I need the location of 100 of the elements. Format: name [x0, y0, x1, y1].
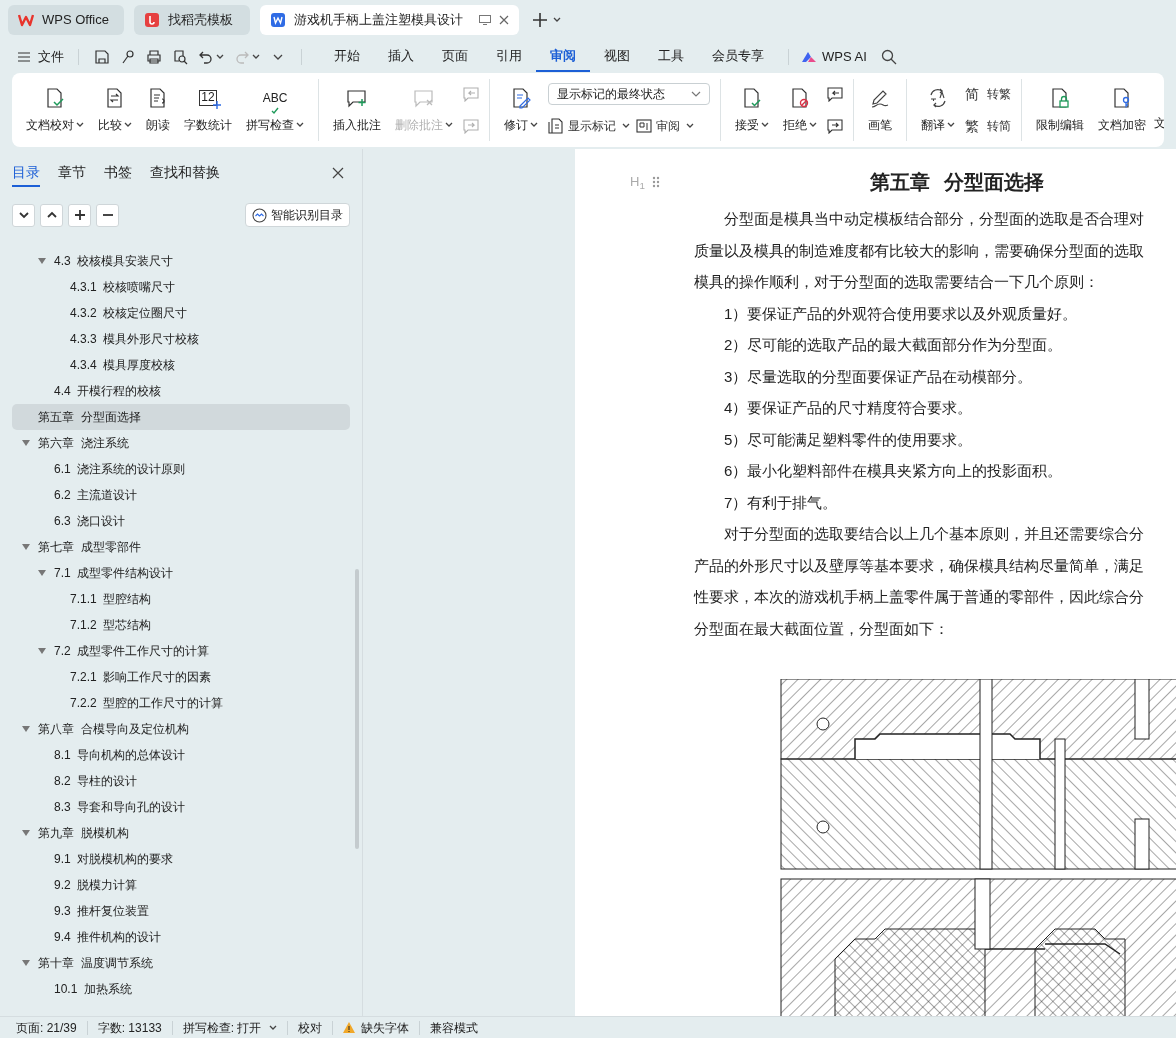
- panel-tab[interactable]: 查找和替换: [150, 159, 220, 187]
- caret-icon: [761, 121, 769, 128]
- toc-item[interactable]: 9.1 对脱模机构的要求: [12, 846, 350, 872]
- toc-item[interactable]: 第六章 浇注系统: [12, 430, 350, 456]
- print-preview-icon[interactable]: [172, 48, 188, 65]
- status-item[interactable]: 缺失字体: [343, 1018, 410, 1037]
- markup-dropdown[interactable]: 显示标记的最终状态: [548, 83, 710, 105]
- search-icon[interactable]: [880, 48, 897, 65]
- toc-item[interactable]: 9.2 脱模力计算: [12, 872, 350, 898]
- ribbon-button[interactable]: 接受: [729, 79, 775, 141]
- ribbon-button[interactable]: 修订: [498, 79, 544, 141]
- ribbon-button[interactable]: 朗读: [140, 79, 176, 141]
- panel-tab[interactable]: 目录: [12, 159, 40, 187]
- body-text: 产品的外形尺寸以及壁厚等基本要求，确保模具结构尽量简单，满足: [694, 555, 1145, 576]
- body-text: 4）要保证产品的尺寸精度符合要求。: [723, 398, 974, 418]
- ribbon-button[interactable]: 限制编辑: [1030, 79, 1090, 141]
- toc-item[interactable]: 4.3.1 校核喷嘴尺寸: [12, 274, 350, 300]
- toc-item[interactable]: 4.4 开模行程的校核: [12, 378, 350, 404]
- ribbon-button[interactable]: 显示标记: [548, 115, 630, 137]
- toc-item[interactable]: 第九章 脱模机构: [12, 820, 350, 846]
- toc-item[interactable]: 第八章 合模导向及定位机构: [12, 716, 350, 742]
- menu-tab[interactable]: 插入: [374, 41, 428, 72]
- chevron-down-button[interactable]: [12, 203, 35, 227]
- caret-icon: [124, 121, 132, 128]
- ribbon-button[interactable]: 翻译: [915, 79, 961, 141]
- menu-tab[interactable]: 开始: [320, 41, 374, 72]
- toc-item[interactable]: 第十章 温度调节系统: [12, 950, 350, 976]
- ribbon-button[interactable]: 画笔: [862, 79, 898, 141]
- status-item[interactable]: 页面: 21/39: [16, 1018, 77, 1037]
- expanded-triangle-icon: [38, 647, 46, 655]
- caret-icon: [296, 121, 304, 128]
- smart-toc-button[interactable]: 智能识别目录: [245, 203, 350, 227]
- menu-tab[interactable]: 引用: [482, 41, 536, 72]
- ribbon-button[interactable]: ABC 拼写检查: [240, 79, 310, 141]
- toc-item[interactable]: 8.1 导向机构的总体设计: [12, 742, 350, 768]
- warning-icon: [343, 1022, 356, 1033]
- menu-tab[interactable]: 页面: [428, 41, 482, 72]
- ribbon-button[interactable]: 比较: [92, 79, 138, 141]
- toc-item[interactable]: 7.1.2 型芯结构: [12, 612, 350, 638]
- toc-item[interactable]: 4.3.4 模具厚度校核: [12, 352, 350, 378]
- body-text: 模具的操作顺利，对于分型面的选取需要结合一下几个原则：: [694, 272, 1100, 292]
- window-tab[interactable]: 游戏机手柄上盖注塑模具设计: [260, 5, 519, 35]
- body-text: 分型面在最大截面位置，分型面如下：: [694, 618, 950, 639]
- toc-item[interactable]: 6.2 主流道设计: [12, 482, 350, 508]
- toc-item[interactable]: 第五章 分型面选择: [12, 404, 350, 430]
- ribbon-button[interactable]: 文档校对: [20, 79, 90, 141]
- chevron-up-button[interactable]: [40, 203, 63, 227]
- printer-icon[interactable]: [146, 48, 162, 65]
- scrollbar-thumb[interactable]: [355, 569, 359, 849]
- toc-item[interactable]: 8.3 导套和导向孔的设计: [12, 794, 350, 820]
- status-item[interactable]: 校对: [298, 1018, 323, 1037]
- window-tab[interactable]: WPS Office: [8, 5, 124, 35]
- body-text: 性要求，本次的游戏机手柄上盖零件属于普通的零部件，因此综合分: [694, 587, 1145, 607]
- ribbon-button[interactable]: 插入批注: [327, 79, 387, 141]
- menu-tab[interactable]: 审阅: [536, 41, 590, 72]
- caret-icon: [252, 53, 260, 60]
- panel-tab[interactable]: 章节: [58, 159, 86, 187]
- menu-tab[interactable]: 工具: [644, 41, 698, 72]
- ribbon-button[interactable]: 拒绝: [777, 79, 823, 141]
- toc-item[interactable]: 6.1 浇注系统的设计原则: [12, 456, 350, 482]
- minus-button[interactable]: [96, 203, 119, 227]
- window-tab[interactable]: 找稻壳模板: [134, 5, 250, 35]
- toc-item[interactable]: 7.1 成型零件结构设计: [12, 560, 350, 586]
- toc-item[interactable]: 4.3.3 模具外形尺寸校核: [12, 326, 350, 352]
- save-icon[interactable]: [94, 48, 110, 65]
- toc-item[interactable]: 7.2 成型零件工作尺寸的计算: [12, 638, 350, 664]
- toc-item[interactable]: 8.2 导柱的设计: [12, 768, 350, 794]
- toc-item[interactable]: 7.2.2 型腔的工作尺寸的计算: [12, 690, 350, 716]
- document-accept-icon: [741, 86, 763, 109]
- panel-tab[interactable]: 书签: [104, 159, 132, 187]
- file-menu-button[interactable]: 文件: [14, 43, 68, 70]
- toc-item[interactable]: 4.3 校核模具安装尺寸: [12, 248, 350, 274]
- status-item[interactable]: 拼写检查: 打开: [182, 1018, 278, 1037]
- wps-ai-button[interactable]: WPS AI: [799, 43, 869, 70]
- close-icon[interactable]: [332, 167, 344, 179]
- mark-icon: [212, 100, 221, 109]
- toc-item[interactable]: 7.1.1 型腔结构: [12, 586, 350, 612]
- status-item[interactable]: 字数: 13133: [97, 1018, 162, 1037]
- toc-item[interactable]: 9.4 推件机构的设计: [12, 924, 350, 950]
- ai-logo-icon: [801, 50, 817, 63]
- body-text: 7）有利于排气。: [723, 492, 839, 513]
- toc-item[interactable]: 10.1 加热系统: [12, 976, 350, 1002]
- toc-item[interactable]: 4.3.2 校核定位圈尺寸: [12, 300, 350, 326]
- chevron-down-icon: [691, 91, 701, 97]
- toc-item[interactable]: 7.2.1 影响工作尺寸的因素: [12, 664, 350, 690]
- plus-button[interactable]: [68, 203, 91, 227]
- menu-tab[interactable]: 会员专享: [698, 41, 778, 72]
- ribbon-button[interactable]: 12 字数统计: [178, 79, 238, 141]
- toc-item[interactable]: 9.3 推杆复位装置: [12, 898, 350, 924]
- chevron-down-icon: [17, 209, 30, 221]
- body-text: 5）尽可能满足塑料零件的使用要求。: [723, 429, 974, 450]
- wps-logo-icon: [18, 12, 34, 28]
- ribbon-button[interactable]: 文档加密: [1092, 79, 1152, 141]
- menu-tab[interactable]: 视图: [590, 41, 644, 72]
- ribbon-button[interactable]: 简 转繁: [965, 83, 1011, 105]
- toc-item[interactable]: 6.3 浇口设计: [12, 508, 350, 534]
- toc-item[interactable]: 第七章 成型零部件: [12, 534, 350, 560]
- ribbon-button[interactable]: 审阅: [636, 115, 694, 137]
- status-item[interactable]: 兼容模式: [430, 1018, 479, 1037]
- ribbon-button[interactable]: 繁 转简: [965, 115, 1011, 137]
